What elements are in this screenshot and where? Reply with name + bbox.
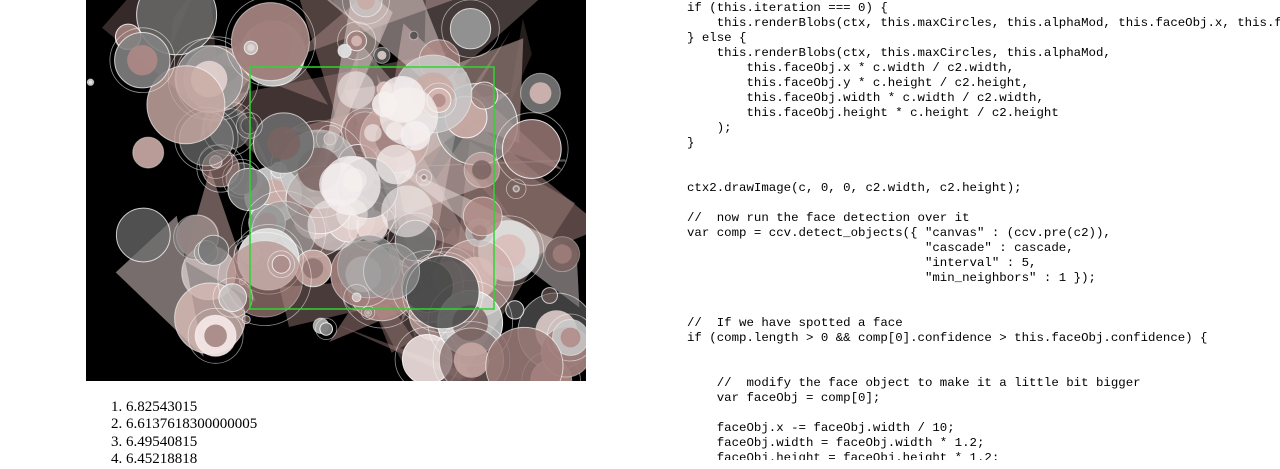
- blob-inner: [377, 50, 387, 60]
- blob-circle: [319, 322, 333, 336]
- blob-highlight: [376, 144, 416, 185]
- code-line: faceObj.height = faceObj.height * 1.2;: [716, 451, 1000, 460]
- blob-inner: [204, 324, 227, 348]
- blob-highlight: [400, 120, 431, 151]
- code-line: // now run the face detection over it: [687, 211, 970, 225]
- code-line: }: [687, 136, 695, 150]
- code-line: faceObj.width = faceObj.width * 1.2;: [716, 436, 985, 450]
- blob-circle: [241, 315, 251, 325]
- blob-circle: [337, 43, 352, 59]
- confidence-list: 6.82543015 6.6137618300000005 6.49540815…: [86, 399, 546, 469]
- blob-highlight: [372, 91, 398, 118]
- code-line: var faceObj = comp[0];: [716, 391, 881, 405]
- blob-inner: [247, 44, 255, 52]
- blob-inner: [422, 175, 426, 180]
- blob-inner: [514, 186, 519, 191]
- blob-highlight: [385, 122, 404, 140]
- blob-inner: [127, 45, 158, 76]
- blob-inner: [351, 35, 362, 47]
- code-line: this.renderBlobs(ctx, this.maxCircles, t…: [716, 46, 1111, 60]
- code-line: "interval" : 5,: [924, 256, 1037, 270]
- blob-highlight: [337, 71, 375, 109]
- source-code-listing: if (this.iteration === 0) { this.renderB…: [687, 1, 1280, 460]
- blob-highlight: [381, 185, 433, 238]
- code-line: } else {: [687, 31, 747, 45]
- blob-circle: [541, 287, 559, 304]
- blob-highlight: [364, 124, 382, 142]
- code-line: );: [716, 121, 732, 135]
- blob-circle: [351, 292, 362, 303]
- list-item: 6.6137618300000005: [126, 416, 546, 433]
- blob-circle: [227, 167, 271, 212]
- blob-circle: [271, 254, 291, 274]
- code-line: // modify the face object to make it a l…: [716, 376, 1141, 390]
- list-item: 6.49540815: [126, 434, 546, 451]
- blob-inner: [453, 342, 490, 378]
- code-line: var comp = ccv.detect_objects({ "canvas"…: [687, 226, 1111, 240]
- code-line: faceObj.x -= faceObj.width / 10;: [716, 421, 955, 435]
- code-line: ctx2.drawImage(c, 0, 0, c2.width, c2.hei…: [687, 181, 1022, 195]
- blob-inner: [303, 258, 324, 279]
- blob-inner: [366, 310, 370, 315]
- blob-inner: [560, 327, 581, 348]
- blob-circle: [197, 234, 230, 266]
- blob-highlight: [342, 168, 367, 192]
- blob-inner: [472, 160, 492, 180]
- blob-circle: [132, 136, 165, 169]
- blob-inner: [88, 80, 93, 84]
- blob-inner: [552, 244, 572, 264]
- blob-circle: [505, 300, 525, 320]
- code-line: this.renderBlobs(ctx, this.maxCircles, t…: [716, 16, 1280, 30]
- blob-inner: [267, 126, 301, 160]
- code-line: if (this.iteration === 0) {: [687, 1, 888, 15]
- blob-art-canvas: [86, 0, 586, 381]
- code-line: this.faceObj.height * c.height / c2.heig…: [746, 106, 1059, 120]
- blob-circle: [363, 242, 421, 300]
- blob-circle: [462, 196, 503, 237]
- code-line: this.faceObj.width * c.width / c2.width,: [746, 91, 1044, 105]
- blob-circle: [409, 30, 419, 41]
- blob-inner: [249, 20, 292, 64]
- code-line: "min_neighbors" : 1 });: [924, 271, 1096, 285]
- blob-circle: [218, 283, 248, 313]
- blob-art-drawing: [86, 0, 586, 381]
- code-line: // If we have spotted a face: [687, 316, 903, 330]
- code-line: this.faceObj.x * c.width / c2.width,: [746, 61, 1015, 75]
- blob-inner: [529, 82, 552, 104]
- list-item: 6.82543015: [126, 399, 546, 416]
- code-line: this.faceObj.y * c.height / c2.height,: [746, 76, 1030, 90]
- blob-circle: [501, 119, 562, 179]
- blob-circle: [449, 8, 492, 50]
- code-line: "cascade" : cascade,: [924, 241, 1074, 255]
- code-line: if (comp.length > 0 && comp[0].confidenc…: [687, 331, 1208, 345]
- blob-circle: [115, 207, 171, 263]
